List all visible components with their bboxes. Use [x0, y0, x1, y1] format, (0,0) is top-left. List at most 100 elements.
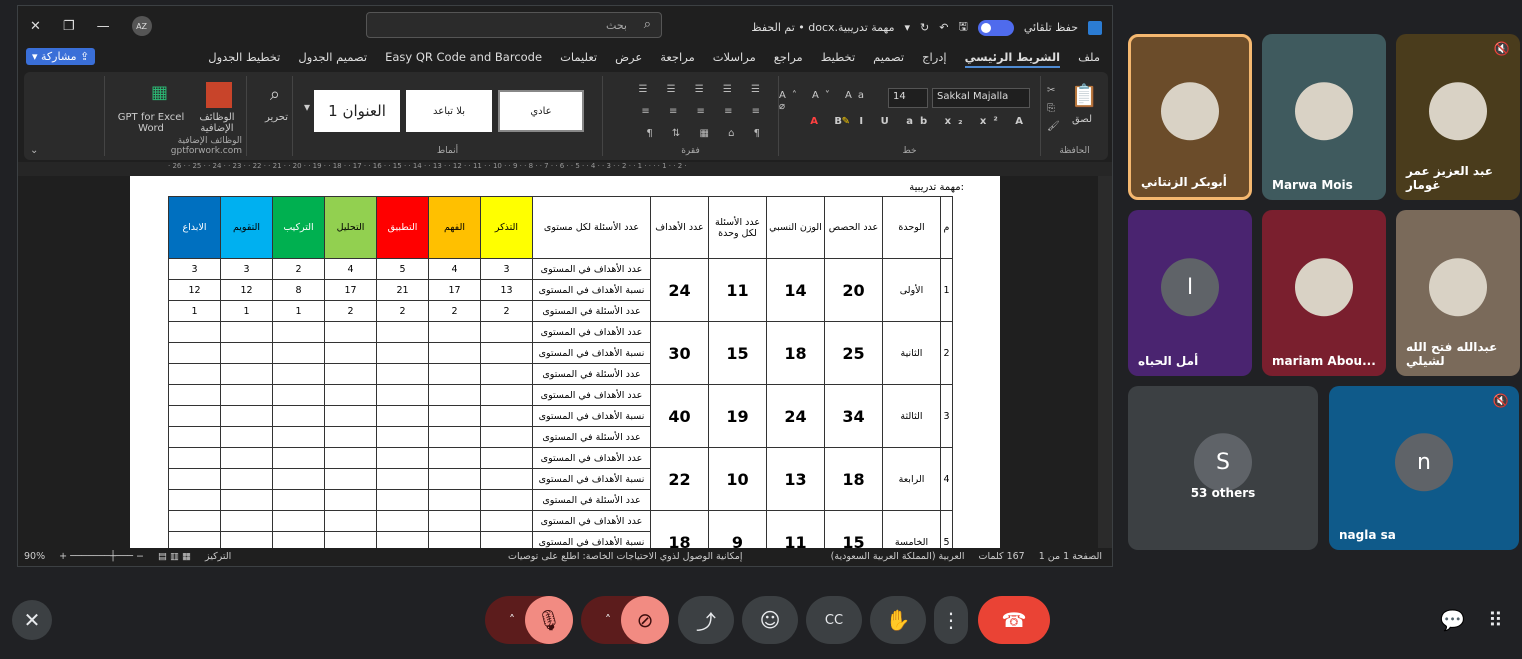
redo-icon[interactable]: ↻ [920, 21, 929, 34]
chevron-up-icon[interactable]: ˄ [605, 613, 611, 627]
collapse-ribbon-icon[interactable]: ⌄ [30, 145, 38, 156]
tab-9[interactable]: تعليمات [560, 50, 597, 68]
tab-4[interactable]: تخطيط [821, 50, 855, 68]
header-questions[interactable]: عدد الأسئلة لكل وحدة [708, 196, 767, 259]
level-value[interactable] [376, 468, 429, 490]
level-value[interactable] [272, 489, 325, 511]
undo-icon[interactable]: ↶ [939, 21, 948, 34]
participant-tile[interactable]: عبد العزيز عمر غومار 🔇 [1396, 34, 1520, 200]
level-value[interactable]: 12 [168, 279, 221, 301]
tab-8[interactable]: عرض [615, 50, 642, 68]
pin-off-icon[interactable]: ✕ [12, 600, 52, 640]
row-label[interactable]: عدد الأسئلة في المستوى [532, 426, 651, 448]
level-value[interactable] [428, 384, 481, 406]
level-value[interactable] [168, 468, 221, 490]
unit-weight[interactable]: 18 [766, 321, 825, 385]
style-normal[interactable]: عادي [498, 90, 584, 132]
row-label[interactable]: عدد الأسئلة في المستوى [532, 363, 651, 385]
level-value[interactable] [168, 426, 221, 448]
chat-icon[interactable]: 💬 [1440, 608, 1465, 632]
level-value[interactable] [168, 489, 221, 511]
level-value[interactable] [480, 510, 533, 532]
level-header[interactable]: الابداع [168, 196, 221, 259]
level-header[interactable]: التطبيق [376, 196, 429, 259]
align-buttons[interactable]: ≡ ≡ ≡ ≡ ≡ [641, 106, 768, 117]
level-value[interactable] [272, 510, 325, 532]
emoji-icon[interactable]: ☺ [742, 596, 798, 644]
level-value[interactable] [324, 384, 377, 406]
level-value[interactable]: 13 [480, 279, 533, 301]
cut-icon[interactable]: ✂ [1047, 82, 1060, 100]
level-value[interactable]: 5 [376, 258, 429, 280]
find-icon[interactable]: ⌕ [270, 84, 280, 105]
unit-questions[interactable]: 19 [708, 384, 767, 448]
level-value[interactable] [220, 363, 273, 385]
unit-classes[interactable]: 18 [824, 447, 883, 511]
unit-name[interactable]: الأولى [882, 258, 941, 322]
level-value[interactable] [272, 384, 325, 406]
unit-name[interactable]: الرابعة [882, 447, 941, 511]
tab-10[interactable]: Easy QR Code and Barcode [385, 50, 542, 68]
participant-tile[interactable]: n nagla sa 🔇 [1329, 386, 1519, 550]
level-value[interactable] [428, 426, 481, 448]
paste-icon[interactable]: 📋 [1071, 84, 1098, 109]
more-options-icon[interactable]: ⋮ [934, 596, 968, 644]
level-value[interactable] [428, 447, 481, 469]
zoom-slider[interactable]: + ───────┼─── − [59, 551, 144, 562]
level-value[interactable] [220, 426, 273, 448]
level-value[interactable] [324, 468, 377, 490]
unit-questions[interactable]: 15 [708, 321, 767, 385]
gpt-button[interactable]: GPT for Excel Word [116, 112, 186, 134]
level-value[interactable] [272, 447, 325, 469]
word-count[interactable]: 167 كلمات [979, 551, 1025, 562]
level-value[interactable] [220, 489, 273, 511]
level-value[interactable]: 2 [480, 300, 533, 322]
unit-number[interactable]: 2 [940, 321, 953, 385]
level-value[interactable] [168, 384, 221, 406]
close-icon[interactable]: ✕ [30, 19, 41, 34]
mic-off-icon[interactable]: 🎙 [525, 596, 573, 644]
level-value[interactable] [272, 321, 325, 343]
level-value[interactable] [428, 405, 481, 427]
level-value[interactable] [220, 384, 273, 406]
level-value[interactable] [376, 321, 429, 343]
level-value[interactable] [168, 321, 221, 343]
format-painter-icon[interactable]: 🖌 [1047, 118, 1060, 136]
level-value[interactable] [324, 405, 377, 427]
row-label[interactable]: نسبة الأهداف في المستوى [532, 279, 651, 301]
row-label[interactable]: نسبة الأهداف في المستوى [532, 405, 651, 427]
save-icon[interactable]: 🖫 [958, 18, 967, 37]
participant-tile[interactable]: عبدالله فتح الله لشيلي [1396, 210, 1520, 376]
row-label[interactable]: عدد الأهداف في المستوى [532, 510, 651, 532]
page-count[interactable]: الصفحة 1 من 1 [1039, 551, 1102, 562]
level-value[interactable] [428, 489, 481, 511]
level-value[interactable] [324, 447, 377, 469]
view-icons[interactable]: ▤ ▥ ▦ [158, 551, 191, 562]
zoom-level[interactable]: 90% [24, 551, 45, 562]
level-value[interactable] [272, 405, 325, 427]
level-header[interactable]: التركيب [272, 196, 325, 259]
present-screen-icon[interactable]: ⤴ [678, 596, 734, 644]
row-label[interactable]: نسبة الأهداف في المستوى [532, 468, 651, 490]
font-color-icon[interactable]: A [810, 116, 818, 127]
level-value[interactable] [480, 321, 533, 343]
level-value[interactable] [376, 510, 429, 532]
level-value[interactable] [220, 468, 273, 490]
tab-11[interactable]: تصميم الجدول [298, 50, 367, 68]
restore-icon[interactable]: ❐ [63, 19, 75, 34]
level-value[interactable] [220, 510, 273, 532]
level-value[interactable] [480, 342, 533, 364]
font-size-box[interactable]: 14 [888, 88, 928, 108]
level-value[interactable] [324, 489, 377, 511]
document-title[interactable]: مهمة تدريبية.docx • تم الحفظ [751, 21, 894, 34]
unit-weight[interactable]: 13 [766, 447, 825, 511]
level-value[interactable] [220, 405, 273, 427]
row-label[interactable]: عدد الأهداف في المستوى [532, 384, 651, 406]
unit-number[interactable]: 1 [940, 258, 953, 322]
level-value[interactable] [168, 510, 221, 532]
accessibility[interactable]: إمكانية الوصول لذوي الاحتياجات الخاصة: ا… [508, 551, 742, 562]
vertical-ruler[interactable] [1098, 176, 1112, 566]
level-value[interactable] [428, 468, 481, 490]
chevron-up-icon[interactable]: ˄ [509, 613, 515, 627]
level-value[interactable] [220, 447, 273, 469]
